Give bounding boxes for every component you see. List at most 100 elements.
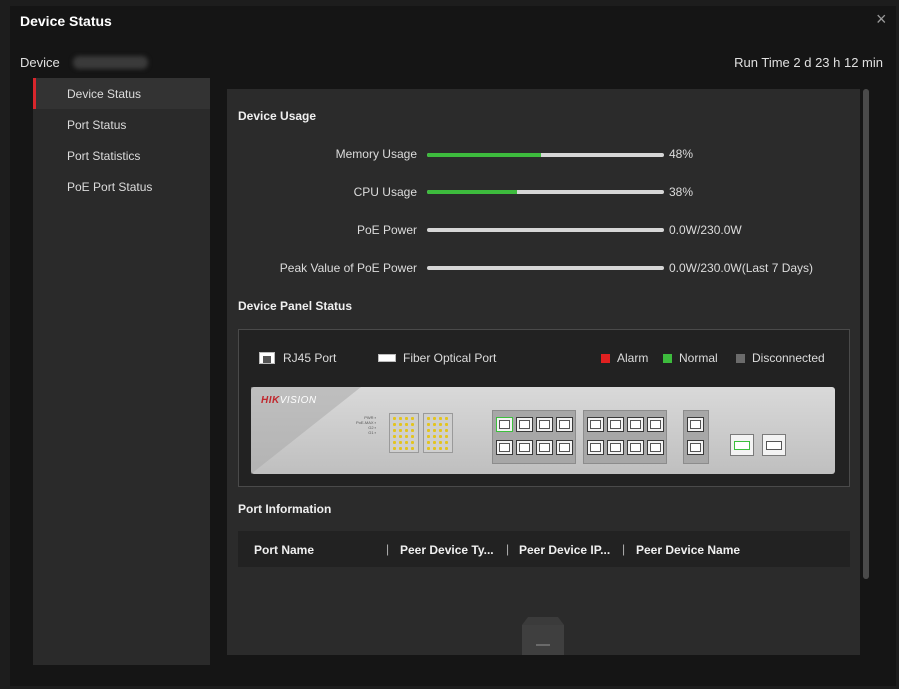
usage-value: 0.0W/230.0W(Last 7 Days) bbox=[669, 261, 814, 275]
fiber-port-icon bbox=[378, 354, 396, 362]
usage-label: CPU Usage bbox=[353, 185, 417, 199]
led-dot bbox=[405, 447, 408, 450]
sidebar: Device Status Port Status Port Statistic… bbox=[33, 78, 210, 665]
link-led-grid bbox=[389, 413, 419, 453]
led-dot bbox=[393, 423, 396, 426]
led-dot bbox=[427, 435, 430, 438]
legend-normal: Normal bbox=[663, 351, 718, 365]
cpu-usage-bar bbox=[427, 190, 664, 194]
led-dot bbox=[439, 435, 442, 438]
dialog-title: Device Status bbox=[20, 13, 112, 29]
sidebar-item-port-statistics[interactable]: Port Statistics bbox=[33, 140, 210, 171]
memory-usage-bar bbox=[427, 153, 664, 157]
alarm-swatch bbox=[601, 354, 610, 363]
scrollbar-thumb[interactable] bbox=[863, 89, 869, 579]
legend-disconnected: Disconnected bbox=[736, 351, 825, 365]
legend-disconnected-label: Disconnected bbox=[752, 351, 825, 365]
rj45-port[interactable] bbox=[516, 440, 533, 455]
led-dot bbox=[445, 417, 448, 420]
legend-fiber: Fiber Optical Port bbox=[378, 351, 496, 365]
rj45-port[interactable] bbox=[536, 417, 553, 432]
device-label: Device bbox=[20, 55, 60, 70]
sidebar-item-device-status[interactable]: Device Status bbox=[33, 78, 210, 109]
rj45-port[interactable] bbox=[496, 417, 513, 432]
legend-normal-label: Normal bbox=[679, 351, 718, 365]
sidebar-item-label: PoE Port Status bbox=[67, 180, 153, 194]
rj45-port[interactable] bbox=[516, 417, 533, 432]
led-dot bbox=[393, 435, 396, 438]
led-dot bbox=[393, 417, 396, 420]
legend-rj45: RJ45 Port bbox=[259, 351, 336, 365]
rj45-port[interactable] bbox=[587, 440, 604, 455]
led-dot bbox=[393, 441, 396, 444]
close-icon[interactable]: × bbox=[876, 9, 887, 29]
column-peer-device-type[interactable]: Peer Device Ty... bbox=[400, 543, 494, 557]
led-dot bbox=[399, 423, 402, 426]
sidebar-item-port-status[interactable]: Port Status bbox=[33, 109, 210, 140]
rj45-port[interactable] bbox=[556, 440, 573, 455]
led-dot bbox=[427, 429, 430, 432]
usage-value: 38% bbox=[669, 185, 694, 199]
led-dot bbox=[411, 423, 414, 426]
rj45-port[interactable] bbox=[556, 417, 573, 432]
led-dot bbox=[427, 441, 430, 444]
rj45-port[interactable] bbox=[536, 440, 553, 455]
led-dot bbox=[393, 429, 396, 432]
led-dot bbox=[427, 447, 430, 450]
rj45-port[interactable] bbox=[687, 440, 704, 455]
led-dot bbox=[433, 417, 436, 420]
device-usage-title: Device Usage bbox=[238, 109, 317, 123]
led-dot bbox=[433, 435, 436, 438]
sfp-port-g2[interactable] bbox=[762, 434, 786, 456]
bar-fill bbox=[427, 153, 541, 157]
led-dot bbox=[405, 423, 408, 426]
sidebar-item-poe-port-status[interactable]: PoE Port Status bbox=[33, 171, 210, 202]
led-dot bbox=[445, 435, 448, 438]
rj45-port[interactable] bbox=[496, 440, 513, 455]
led-dot bbox=[433, 429, 436, 432]
rj45-port-icon bbox=[259, 352, 275, 364]
usage-label: Memory Usage bbox=[335, 147, 417, 161]
device-name-redacted bbox=[73, 56, 148, 69]
poe-power-bar bbox=[427, 228, 664, 232]
device-panel-status-title: Device Panel Status bbox=[238, 299, 353, 313]
led-dot bbox=[427, 423, 430, 426]
usage-label: PoE Power bbox=[356, 223, 417, 237]
led-dot bbox=[405, 417, 408, 420]
rj45-port[interactable] bbox=[587, 417, 604, 432]
rj45-port[interactable] bbox=[627, 417, 644, 432]
rj45-port[interactable] bbox=[647, 440, 664, 455]
usage-label: Peak Value of PoE Power bbox=[279, 261, 417, 275]
led-dot bbox=[439, 417, 442, 420]
legend-alarm: Alarm bbox=[601, 351, 648, 365]
main-content: Device Usage Memory Usage 48% CPU Usage … bbox=[227, 89, 860, 655]
led-dot bbox=[433, 441, 436, 444]
peak-poe-bar bbox=[427, 266, 664, 270]
run-time: Run Time 2 d 23 h 12 min bbox=[734, 55, 883, 70]
device-panel: RJ45 Port Fiber Optical Port Alarm Norma… bbox=[238, 329, 850, 487]
sfp-port-g1[interactable] bbox=[730, 434, 754, 456]
column-peer-device-ip[interactable]: Peer Device IP... bbox=[519, 543, 610, 557]
led-dot bbox=[405, 435, 408, 438]
status-led-labels: PWR ▪ PoE-MAX ▪ G2 ▪ G1 ▪ bbox=[356, 415, 377, 435]
rj45-port[interactable] bbox=[607, 440, 624, 455]
usage-value: 48% bbox=[669, 147, 694, 161]
led-dot bbox=[411, 417, 414, 420]
usage-value: 0.0W/230.0W bbox=[669, 223, 742, 237]
port-block-g bbox=[683, 410, 709, 464]
led-dot bbox=[399, 417, 402, 420]
led-dot bbox=[405, 429, 408, 432]
led-dot bbox=[411, 441, 414, 444]
rj45-port[interactable] bbox=[607, 417, 624, 432]
column-peer-device-name[interactable]: Peer Device Name bbox=[636, 543, 740, 557]
rj45-port[interactable] bbox=[687, 417, 704, 432]
led-dot bbox=[411, 429, 414, 432]
sidebar-item-label: Port Status bbox=[67, 118, 127, 132]
led-dot bbox=[399, 441, 402, 444]
rj45-port[interactable] bbox=[627, 440, 644, 455]
led-dot bbox=[439, 441, 442, 444]
column-port-name[interactable]: Port Name bbox=[254, 543, 314, 557]
led-dot bbox=[393, 447, 396, 450]
legend-rj45-label: RJ45 Port bbox=[283, 351, 337, 365]
rj45-port[interactable] bbox=[647, 417, 664, 432]
